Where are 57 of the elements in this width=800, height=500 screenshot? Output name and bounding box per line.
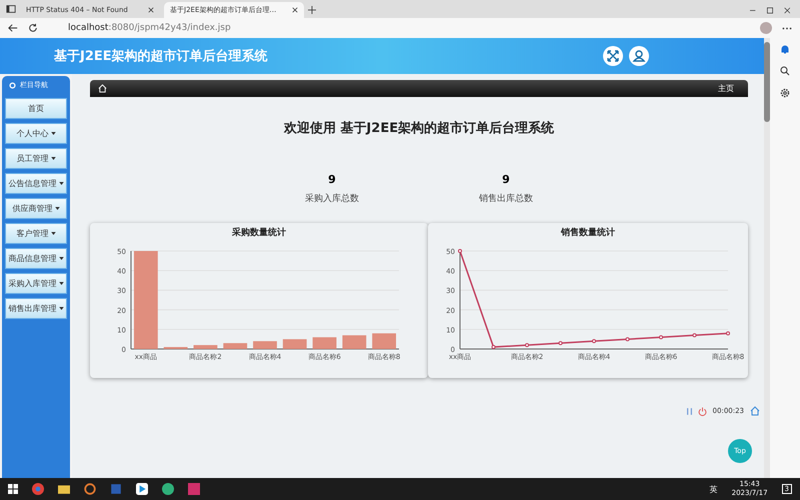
edge-browser-icon[interactable] <box>162 483 174 495</box>
welcome-heading: 欢迎使用 基于J2EE架构的超市订单后台理系统 <box>284 120 554 137</box>
chart-title: 销售数量统计 <box>561 226 615 239</box>
data-point <box>525 343 529 348</box>
windows-start-icon[interactable] <box>8 484 18 494</box>
browser-app-icon[interactable] <box>32 483 44 495</box>
bar <box>194 345 218 349</box>
data-point <box>726 331 730 336</box>
sidebar-item[interactable]: 客户管理 <box>5 223 67 244</box>
bell-icon[interactable] <box>780 44 790 54</box>
document-app-icon[interactable] <box>110 483 122 495</box>
bar <box>223 343 248 349</box>
data-point <box>626 337 630 342</box>
bar <box>253 341 277 349</box>
search-icon[interactable] <box>780 66 790 76</box>
input-method-indicator[interactable]: 英 <box>710 484 718 494</box>
stat-value: 9 <box>502 173 510 186</box>
circle-icon <box>9 82 16 88</box>
data-point <box>492 345 496 350</box>
sidebar-item[interactable]: 采购入库管理 <box>5 273 67 294</box>
back-arrow-icon[interactable] <box>8 23 18 33</box>
sidebar-item[interactable]: 销售出库管理 <box>5 298 67 319</box>
reload-icon[interactable] <box>28 23 38 33</box>
sidebar-item[interactable]: 商品信息管理 <box>5 248 67 269</box>
power-icon[interactable] <box>698 406 707 416</box>
stat-value: 9 <box>328 173 336 186</box>
sidebar-item[interactable]: 公告信息管理 <box>5 173 67 194</box>
data-point <box>592 339 596 344</box>
data-point <box>692 333 696 338</box>
data-point <box>458 249 462 253</box>
plus-icon[interactable] <box>308 6 316 14</box>
tab-actions-icon[interactable] <box>6 4 16 14</box>
stat-label: 销售出库总数 <box>479 192 533 205</box>
app-title: 基于J2EE架构的超市订单后台理系统 <box>54 48 269 65</box>
bar <box>282 339 307 349</box>
sidebar-item[interactable]: 首页 <box>5 98 67 119</box>
chart-title: 采购数量统计 <box>232 226 286 239</box>
data-point <box>659 335 663 340</box>
bar <box>372 333 396 349</box>
stat-label: 采购入库总数 <box>305 192 359 205</box>
sidebar-item[interactable]: 员工管理 <box>5 148 67 169</box>
close-icon[interactable] <box>292 7 298 13</box>
bar <box>342 335 366 349</box>
settings-icon[interactable] <box>780 88 790 98</box>
bar <box>312 337 336 349</box>
more-icon[interactable] <box>782 26 792 30</box>
sidebar-item[interactable]: 个人中心 <box>5 123 67 144</box>
fullscreen-icon[interactable] <box>603 46 623 66</box>
user-icon[interactable] <box>629 46 649 66</box>
sidebar-item[interactable]: 供应商管理 <box>5 198 67 219</box>
play-app-icon[interactable] <box>136 483 148 495</box>
app-icon[interactable] <box>84 483 96 495</box>
breadcrumb-link[interactable]: 主页 <box>718 83 740 94</box>
data-point <box>558 341 562 346</box>
window-controls-icon[interactable] <box>750 7 790 14</box>
close-icon[interactable] <box>148 7 154 13</box>
folder-icon[interactable] <box>58 483 70 495</box>
